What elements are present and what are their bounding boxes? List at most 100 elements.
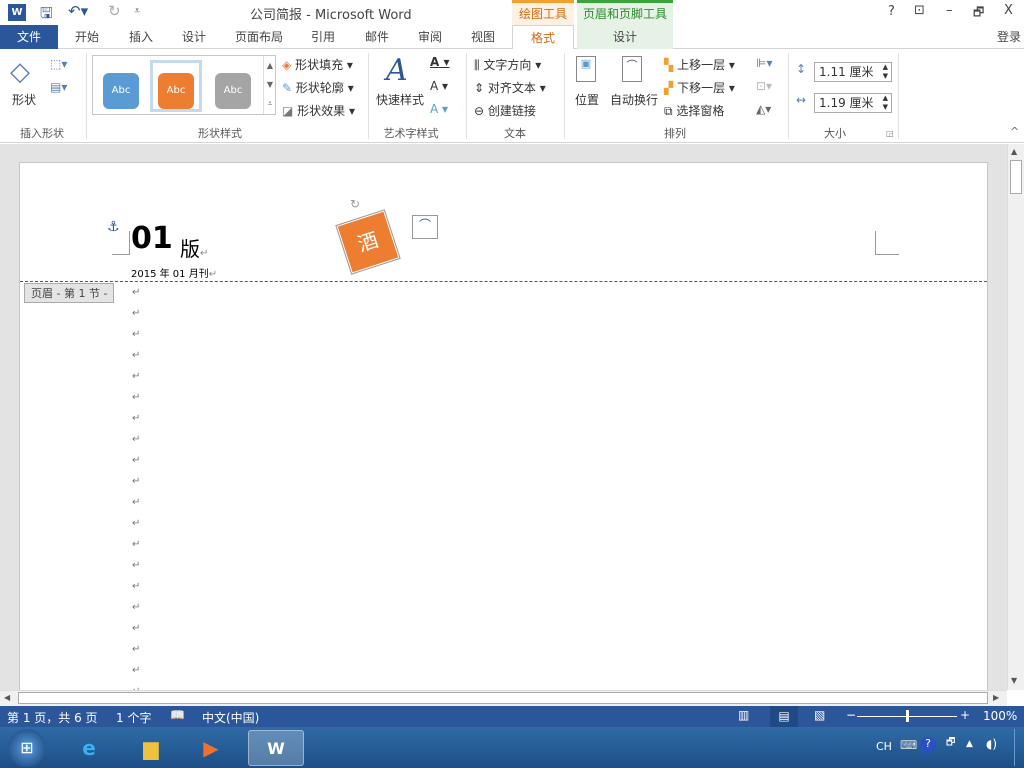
zoom-out-button[interactable]: − xyxy=(846,708,856,722)
zoom-slider-thumb[interactable] xyxy=(906,710,909,722)
collapse-ribbon-icon[interactable]: ^ xyxy=(1010,125,1019,138)
shape-effects-button[interactable]: ◪ 形状效果 ▾ xyxy=(282,102,355,119)
gallery-scroll[interactable]: ▲ ▼ ⩡ xyxy=(263,56,276,114)
vertical-scroll-thumb[interactable] xyxy=(1010,160,1022,194)
text-box-icon[interactable]: ▤▾ xyxy=(50,80,67,94)
send-backward-icon: ▞ xyxy=(664,81,674,95)
link-icon: ⊖ xyxy=(474,104,485,118)
language[interactable]: 中文(中国) xyxy=(202,709,259,726)
web-layout-icon[interactable]: ▧ xyxy=(814,708,825,722)
text-outline-icon[interactable]: A ▾ xyxy=(430,79,448,93)
style-swatch-gray[interactable]: Abc xyxy=(215,73,251,109)
context-drawing-tools: 绘图工具 xyxy=(512,0,574,25)
close-button[interactable]: X xyxy=(1004,3,1013,18)
selection-pane-button[interactable]: ⧉ 选择窗格 xyxy=(664,102,724,119)
minimize-button[interactable]: – xyxy=(946,3,953,18)
position-button[interactable]: 位置 xyxy=(575,91,599,108)
tab-view[interactable]: 视图 xyxy=(460,25,506,49)
size-dialog-launcher[interactable]: ◲ xyxy=(886,129,894,138)
create-link-button[interactable]: ⊖ 创建链接 xyxy=(474,102,536,119)
file-explorer-icon[interactable]: ▆ xyxy=(126,730,176,766)
outline-icon: ✎ xyxy=(282,81,293,95)
rotate-handle-icon[interactable]: ↻ xyxy=(350,197,360,211)
sign-in-link[interactable]: 登录 xyxy=(994,25,1024,49)
network-icon[interactable]: 🗗 xyxy=(946,735,955,752)
vertical-scrollbar[interactable]: ▲ ▼ xyxy=(1007,144,1024,690)
tab-layout[interactable]: 页面布局 xyxy=(228,25,290,49)
zoom-level[interactable]: 100% xyxy=(983,709,1017,723)
align-text-button[interactable]: ⇕ 对齐文本 ▾ xyxy=(474,79,546,96)
tab-header-design[interactable]: 设计 xyxy=(577,25,673,49)
ribbon-display-button[interactable]: ⊡ xyxy=(914,3,925,18)
paragraph-mark: ↵ xyxy=(132,287,141,298)
help-button[interactable]: ? xyxy=(888,4,895,19)
tab-file[interactable]: 文件 xyxy=(0,25,58,49)
customize-qat-icon[interactable]: ⩡ xyxy=(134,4,140,18)
show-desktop-button[interactable] xyxy=(1014,729,1024,766)
proofing-icon[interactable]: 📖 xyxy=(170,708,185,722)
word-count[interactable]: 1 个字 xyxy=(116,709,151,726)
shape-fill-button[interactable]: ◈ 形状填充 ▾ xyxy=(282,56,353,73)
undo-icon[interactable]: ↶▾ xyxy=(68,2,88,20)
style-swatch-orange[interactable]: Abc xyxy=(158,73,194,109)
start-button[interactable]: ⊞ xyxy=(8,729,46,767)
rotate-icon[interactable]: ◭▾ xyxy=(756,102,771,116)
quick-styles-button[interactable]: 快速样式 xyxy=(376,91,424,108)
zoom-in-button[interactable]: + xyxy=(960,708,970,722)
print-layout-icon[interactable]: ▤ xyxy=(770,706,798,727)
ie-icon[interactable]: e xyxy=(64,730,114,766)
bring-forward-icon: ▚ xyxy=(664,58,674,72)
shapes-button[interactable]: 形状 xyxy=(12,91,36,108)
page-count[interactable]: 第 1 页，共 6 页 xyxy=(7,709,98,726)
help-tray-icon[interactable]: ? xyxy=(920,737,936,753)
height-icon: ↕ xyxy=(796,62,807,76)
position-icon[interactable]: ▣ xyxy=(576,56,596,82)
tab-format[interactable]: 格式 xyxy=(512,25,574,50)
group-icon[interactable]: ⊡▾ xyxy=(756,79,772,93)
align-icon[interactable]: ⊫▾ xyxy=(756,56,772,70)
keyboard-icon[interactable]: ⌨ xyxy=(900,738,917,752)
paragraph-mark: ↵ xyxy=(132,413,141,424)
send-backward-button[interactable]: ▞ 下移一层 ▾ xyxy=(664,79,735,96)
read-mode-icon[interactable]: ▥ xyxy=(738,708,749,722)
volume-icon[interactable]: ◖) xyxy=(986,737,997,751)
tab-review[interactable]: 审阅 xyxy=(407,25,453,49)
paragraph-mark: ↵ xyxy=(132,665,141,676)
header-section-tag: 页眉 - 第 1 节 - xyxy=(24,283,115,303)
shapes-icon[interactable]: ◇ xyxy=(10,57,30,87)
shape-outline-button[interactable]: ✎ 形状轮廓 ▾ xyxy=(282,79,354,96)
quick-styles-icon[interactable]: A xyxy=(386,53,408,88)
text-direction-button[interactable]: ⫼ 文字方向 ▾ xyxy=(474,56,541,73)
style-swatch-blue[interactable]: Abc xyxy=(103,73,139,109)
edit-shape-icon[interactable]: ⬚▾ xyxy=(50,57,67,71)
align-text-icon: ⇕ xyxy=(474,81,485,95)
shape-style-gallery: Abc Abc Abc ▲ ▼ ⩡ xyxy=(92,55,276,115)
text-effects-icon[interactable]: A ▾ xyxy=(430,102,448,116)
ime-indicator[interactable]: CH xyxy=(876,740,892,753)
show-hidden-icons[interactable]: ▲ xyxy=(966,739,973,749)
horizontal-scrollbar[interactable]: ◀ ▶ xyxy=(0,690,1007,706)
tab-home[interactable]: 开始 xyxy=(64,25,110,49)
rotated-shape-textbox[interactable]: 酒 xyxy=(335,209,401,275)
effects-icon: ◪ xyxy=(282,104,294,118)
wrap-text-icon[interactable]: ⌒ xyxy=(622,56,642,82)
layout-options-icon[interactable]: ⌒ xyxy=(412,215,438,239)
tab-insert[interactable]: 插入 xyxy=(118,25,164,49)
wrap-text-button[interactable]: 自动换行 xyxy=(610,91,658,108)
document-page[interactable]: ⚓ 01 版↵ 2015 年 01 月刊↵ 页眉 - 第 1 节 - 酒 ↻ ⌒… xyxy=(19,162,988,697)
tab-references[interactable]: 引用 xyxy=(300,25,346,49)
horizontal-scroll-thumb[interactable] xyxy=(18,692,988,704)
tab-mailings[interactable]: 邮件 xyxy=(354,25,400,49)
paragraph-mark: ↵ xyxy=(132,560,141,571)
restore-button[interactable]: 🗗 xyxy=(973,3,984,24)
paragraph-mark: ↵ xyxy=(132,329,141,340)
text-fill-icon[interactable]: A ▾ xyxy=(430,55,450,69)
bring-forward-button[interactable]: ▚ 上移一层 ▾ xyxy=(664,56,735,73)
redo-icon[interactable]: ↻ xyxy=(108,2,121,20)
shape-width-input[interactable]: 1.19 厘米 ▲ ▼ xyxy=(814,93,892,113)
text-direction-icon: ⫼ xyxy=(474,58,480,72)
media-player-icon[interactable]: ▶ xyxy=(186,730,236,766)
tab-design[interactable]: 设计 xyxy=(171,25,217,49)
word-taskbar-icon[interactable]: W xyxy=(248,730,304,766)
shape-height-input[interactable]: 1.11 厘米 ▲ ▼ xyxy=(814,62,892,82)
